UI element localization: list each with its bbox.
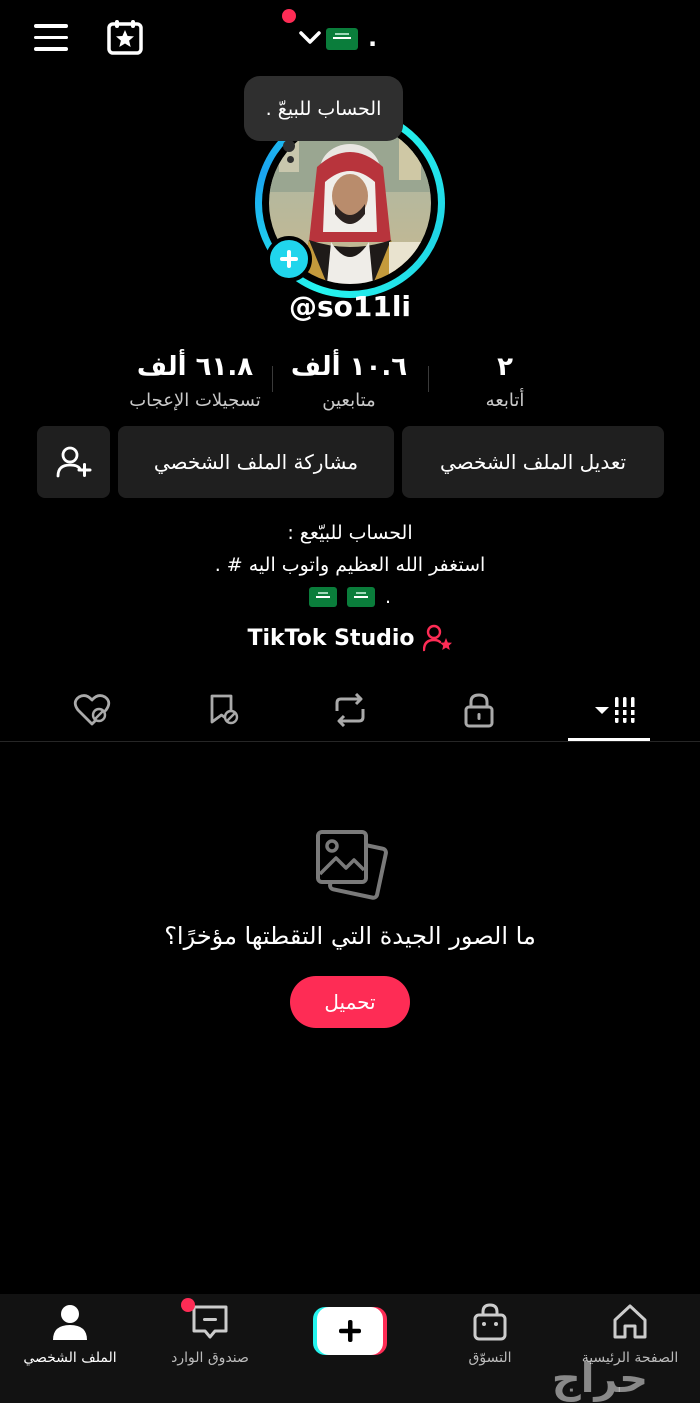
add-story-button[interactable] — [266, 236, 312, 282]
bio-line-3: . — [0, 586, 700, 608]
add-friend-button[interactable] — [37, 426, 110, 498]
liked-hidden-icon — [73, 694, 111, 726]
share-profile-button[interactable]: مشاركة الملف الشخصي — [118, 426, 394, 498]
tab-reposts[interactable] — [309, 688, 391, 732]
inbox-icon — [192, 1305, 228, 1339]
nav-profile[interactable]: الملف الشخصي — [0, 1302, 140, 1382]
profile-username: @so11li — [288, 290, 412, 323]
nav-inbox[interactable]: صندوق الوارد — [140, 1302, 280, 1382]
edit-profile-button[interactable]: تعديل الملف الشخصي — [402, 426, 664, 498]
status-bubble[interactable]: الحساب للبيعّ . — [244, 76, 403, 141]
upload-button[interactable]: تحميل — [290, 976, 410, 1028]
stat-following[interactable]: ٢ أتابعه — [420, 352, 590, 411]
tab-liked[interactable] — [51, 688, 133, 732]
stat-likes[interactable]: ٦١.٨ ألف تسجيلات الإعجاب — [110, 352, 280, 411]
bio-line-2: استغفر الله العظيم واتوب اليه # . — [214, 554, 486, 576]
calendar-star-icon[interactable] — [106, 18, 144, 56]
home-icon — [613, 1304, 647, 1339]
stat-followers[interactable]: ١٠.٦ ألف متابعين — [264, 352, 434, 411]
grid-dropdown-icon — [595, 697, 637, 723]
hamburger-menu-icon[interactable] — [34, 24, 68, 52]
saudi-flag-icon — [326, 28, 358, 50]
repost-icon — [335, 693, 365, 727]
bookmark-hidden-icon — [210, 694, 239, 725]
account-switcher[interactable]: . — [280, 4, 390, 64]
saudi-flag-icon — [346, 587, 375, 607]
watermark: حراج — [551, 1356, 649, 1402]
tab-private[interactable] — [438, 688, 520, 732]
plus-icon — [280, 250, 298, 268]
tab-videos[interactable] — [568, 688, 650, 732]
status-bubble-text: الحساب للبيعّ . — [265, 97, 382, 120]
creator-star-icon — [422, 624, 452, 652]
notification-dot — [282, 9, 296, 23]
tiktok-studio-link[interactable]: TikTok Studio — [0, 624, 700, 652]
empty-state-title: ما الصور الجيدة التي التقطتها مؤخرًا؟ — [164, 922, 536, 950]
tab-favorites[interactable] — [182, 688, 264, 732]
photos-icon — [316, 830, 388, 900]
inbox-notification-dot — [181, 1298, 195, 1312]
shopping-bag-icon — [473, 1303, 507, 1341]
profile-icon — [53, 1305, 87, 1340]
add-user-icon — [56, 446, 91, 478]
saudi-flag-icon — [308, 587, 337, 607]
chevron-down-icon — [299, 31, 321, 44]
create-button[interactable] — [313, 1307, 387, 1355]
bio-line-1: الحساب للبيّعع : — [287, 522, 413, 544]
lock-icon — [464, 693, 494, 728]
account-suffix: . — [368, 24, 378, 52]
